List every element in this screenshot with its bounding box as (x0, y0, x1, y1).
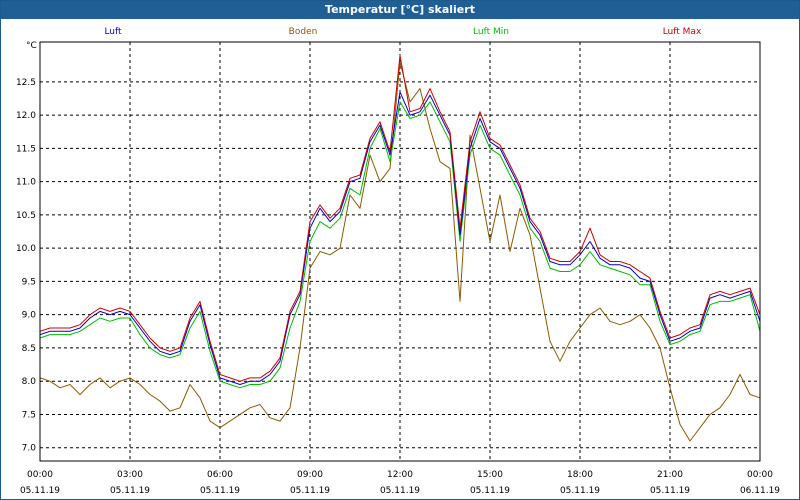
x-tick-date: 05.11.19 (290, 486, 330, 496)
y-tick-label: 12.5 (16, 78, 36, 88)
x-tick-time: 15:00 (477, 470, 503, 480)
y-axis-unit: °C (26, 41, 37, 51)
x-tick-time: 12:00 (387, 470, 413, 480)
y-tick-label: 8.5 (22, 344, 36, 354)
legend-boden: Boden (289, 27, 318, 37)
x-axis-ticks: 00:00 05.11.19 03:00 05.11.19 06:00 05.11.19 0… (20, 470, 780, 496)
x-tick-time: 00:00 (27, 470, 53, 480)
y-tick-label: 11.5 (16, 144, 36, 154)
y-tick-label: 7.0 (22, 444, 37, 454)
y-tick-label: 10.5 (16, 211, 36, 221)
y-tick-label: 8.0 (22, 377, 37, 387)
x-tick-date: 05.11.19 (650, 486, 690, 496)
x-tick-date: 05.11.19 (380, 486, 420, 496)
x-tick-date: 05.11.19 (110, 486, 150, 496)
x-tick-time: 03:00 (117, 470, 143, 480)
y-tick-label: 10.0 (16, 244, 36, 254)
x-tick-time: 00:00 (747, 470, 773, 480)
x-tick-date: 05.11.19 (200, 486, 240, 496)
legend-luft: Luft (104, 27, 122, 37)
y-tick-label: 7.5 (22, 410, 36, 420)
x-tick-time: 06:00 (207, 470, 233, 480)
x-tick-time: 18:00 (567, 470, 593, 480)
x-tick-date: 05.11.19 (20, 486, 60, 496)
y-tick-label: 12.0 (16, 111, 36, 121)
y-tick-label: 11.0 (16, 178, 36, 188)
x-tick-date: 06.11.19 (740, 486, 780, 496)
y-axis-ticks: 7.0 7.5 8.0 8.5 9.0 9.5 10.0 10.5 11.0 11.5 12.0 12… (16, 78, 36, 454)
temperature-chart: Luft Boden Luft Min Luft Max °C 7.0 7.5 8.… (16, 27, 780, 496)
y-tick-label: 9.5 (22, 277, 36, 287)
x-tick-time: 09:00 (297, 470, 323, 480)
x-tick-date: 05.11.19 (470, 486, 510, 496)
series-luft-line (39, 91, 761, 385)
y-tick-label: 9.0 (22, 311, 37, 321)
x-tick-date: 05.11.19 (560, 486, 600, 496)
legend-luft-min: Luft Min (473, 27, 509, 37)
x-tick-time: 21:00 (657, 470, 683, 480)
legend-luft-max: Luft Max (663, 27, 702, 37)
